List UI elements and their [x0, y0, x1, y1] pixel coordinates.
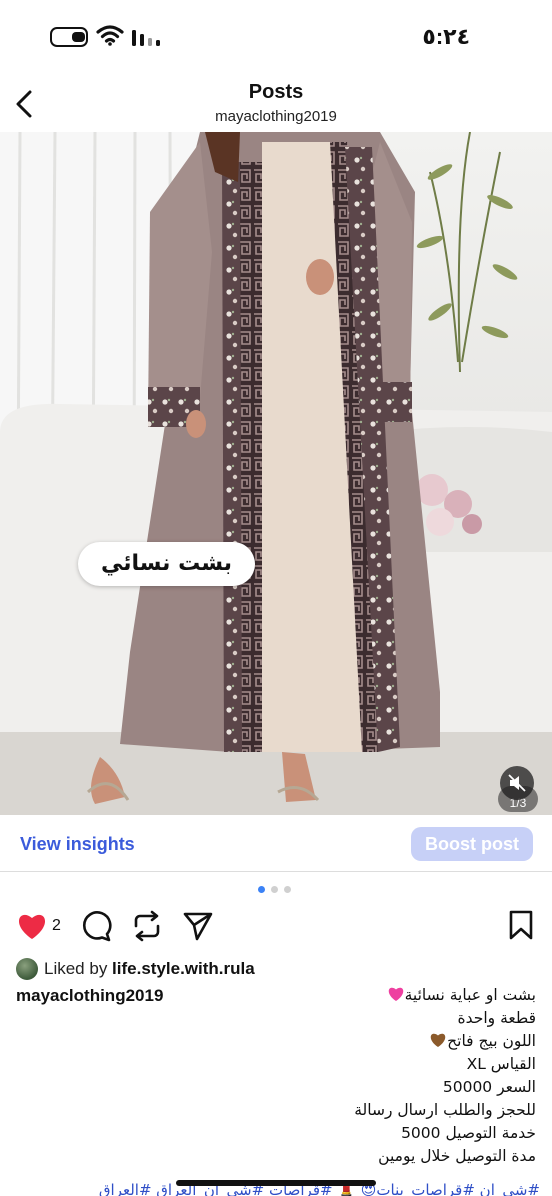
avatar	[16, 958, 38, 980]
send-icon[interactable]	[182, 910, 214, 942]
caption-line: اللون بيج فاتح	[276, 1030, 536, 1053]
liked-by-prefix: Liked by	[44, 959, 113, 978]
caption-line: السعر 50000	[442, 1078, 536, 1096]
view-insights-link[interactable]: View insights	[20, 834, 135, 855]
status-bar: ٥:٢٤	[0, 0, 552, 70]
caption-line: مدة التوصيل خلال يومين	[378, 1147, 536, 1165]
post-photo[interactable]: بشت نسائي 1/3	[0, 132, 552, 815]
battery-icon	[50, 27, 88, 47]
caption-line: خدمة التوصيل 5000	[401, 1124, 536, 1142]
repost-icon[interactable]	[132, 910, 162, 942]
caption-username[interactable]: mayaclothing2019	[16, 986, 163, 1006]
insights-bar: View insights Boost post	[0, 815, 552, 872]
caption-line: القياس XL	[466, 1055, 536, 1073]
brown-heart-emoji-icon	[430, 1033, 446, 1047]
carousel-dot	[284, 886, 291, 893]
caption-line: قطعة واحدة	[457, 1009, 536, 1027]
photo-overlay-caption: بشت نسائي	[78, 542, 255, 586]
page-title: Posts	[248, 81, 304, 103]
carousel-dot	[271, 886, 278, 893]
carousel-dots	[258, 886, 298, 896]
wifi-icon	[96, 25, 124, 46]
photo-illustration	[0, 132, 552, 815]
home-indicator	[176, 1180, 376, 1186]
bookmark-icon[interactable]	[508, 910, 534, 940]
post-actions: 2	[0, 906, 552, 948]
comment-icon[interactable]	[80, 910, 112, 942]
signal-icon	[132, 30, 160, 46]
carousel-dot	[258, 886, 265, 893]
like-count[interactable]: 2	[52, 917, 61, 935]
posts-header: Posts mayaclothing2019	[0, 70, 552, 132]
caption-line: للحجز والطلب ارسال رسالة	[354, 1101, 536, 1119]
boost-post-button[interactable]: Boost post	[411, 827, 533, 861]
caption-line: بشت او عباية نسائية	[276, 984, 536, 1007]
page-subtitle[interactable]: mayaclothing2019	[0, 108, 552, 125]
caption-text: بشت او عباية نسائية قطعة واحدة اللون بيج…	[276, 984, 536, 1168]
liked-by-user[interactable]: life.style.with.rula	[112, 959, 255, 978]
pink-heart-emoji-icon	[388, 987, 403, 1001]
heart-icon[interactable]	[16, 912, 48, 940]
mute-icon	[508, 774, 526, 792]
status-time: ٥:٢٤	[422, 24, 470, 49]
mute-button[interactable]	[500, 766, 534, 800]
